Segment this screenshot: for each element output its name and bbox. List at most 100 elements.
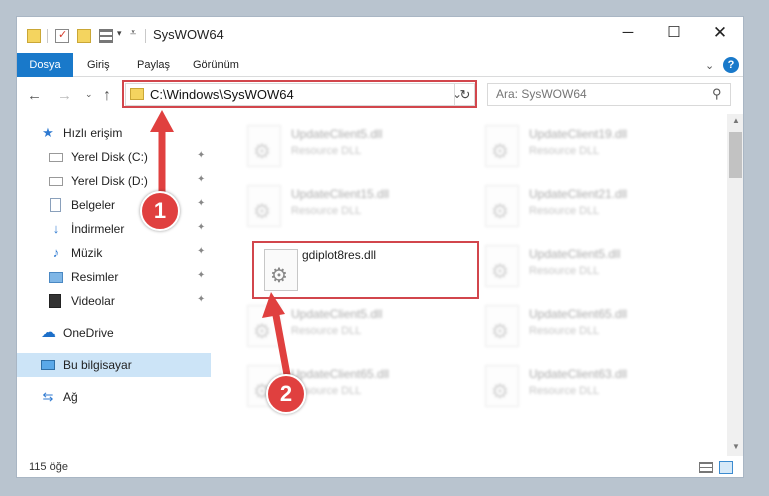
item-count: 115 öğe bbox=[29, 461, 68, 473]
file-name: UpdateClient63.dll bbox=[529, 367, 628, 381]
dll-file-icon bbox=[485, 185, 519, 227]
file-item[interactable]: UpdateClient15.dll Resource DLL bbox=[235, 181, 460, 237]
sidebar-item-videos[interactable]: Videolar ✦ bbox=[17, 289, 211, 313]
file-name: UpdateClient5.dll bbox=[291, 307, 383, 321]
maximize-button[interactable]: ☐ bbox=[651, 17, 697, 49]
picture-icon bbox=[49, 272, 63, 283]
file-item[interactable]: UpdateClient21.dll Resource DLL bbox=[473, 181, 698, 237]
file-item[interactable]: UpdateClient5.dll Resource DLL bbox=[235, 121, 460, 177]
scroll-down-icon[interactable]: ▼ bbox=[732, 442, 740, 451]
view-options-icon[interactable] bbox=[99, 29, 113, 43]
sidebar-item-label: Yerel Disk (D:) bbox=[71, 174, 148, 188]
drive-icon bbox=[49, 153, 63, 162]
up-button[interactable]: ↑ bbox=[103, 87, 111, 105]
navigation-pane: ★ Hızlı erişim Yerel Disk (C:) ✦ Yerel D… bbox=[17, 117, 213, 457]
search-input[interactable] bbox=[496, 87, 696, 101]
tab-view[interactable]: Görünüm bbox=[181, 53, 251, 77]
step-2-badge: 2 bbox=[266, 374, 306, 414]
sidebar-item-pictures[interactable]: Resimler ✦ bbox=[17, 265, 211, 289]
sidebar-item-label: Müzik bbox=[71, 246, 103, 260]
pin-icon[interactable]: ✦ bbox=[197, 294, 205, 305]
forward-button[interactable]: → bbox=[57, 87, 72, 104]
drive-icon bbox=[49, 177, 63, 186]
file-item[interactable]: UpdateClient19.dll Resource DLL bbox=[473, 121, 698, 177]
scroll-thumb[interactable] bbox=[729, 132, 742, 178]
vertical-scrollbar[interactable]: ▲ ▼ bbox=[727, 114, 743, 456]
file-item[interactable]: UpdateClient5.dll Resource DLL bbox=[235, 301, 460, 357]
sidebar-item-label: Ağ bbox=[63, 390, 78, 404]
tab-file[interactable]: Dosya bbox=[17, 53, 73, 77]
large-icons-view-icon[interactable] bbox=[719, 461, 733, 474]
video-icon bbox=[49, 294, 61, 308]
file-item[interactable]: UpdateClient63.dll Resource DLL bbox=[473, 361, 698, 417]
pin-icon[interactable]: ✦ bbox=[197, 150, 205, 161]
sidebar-item-music[interactable]: ♪ Müzik ✦ bbox=[17, 241, 211, 265]
dll-file-icon bbox=[247, 185, 281, 227]
minimize-button[interactable]: ─ bbox=[605, 17, 651, 49]
dll-file-icon bbox=[264, 249, 298, 291]
new-folder-icon[interactable] bbox=[77, 29, 91, 43]
file-item-gdiplot8res[interactable]: gdiplot8res.dll bbox=[252, 241, 479, 299]
sidebar-item-label: Bu bilgisayar bbox=[63, 358, 132, 372]
back-button[interactable]: ← bbox=[27, 87, 42, 104]
search-icon[interactable]: ⚲ bbox=[712, 86, 722, 102]
pin-icon[interactable]: ✦ bbox=[197, 174, 205, 185]
sidebar-item-documents[interactable]: Belgeler ✦ bbox=[17, 193, 211, 217]
sidebar-item-label: Resimler bbox=[71, 270, 119, 284]
computer-icon bbox=[41, 360, 55, 370]
file-item[interactable]: UpdateClient5.dll Resource DLL bbox=[473, 241, 698, 297]
pin-icon[interactable]: ✦ bbox=[197, 246, 205, 257]
dll-file-icon bbox=[247, 305, 281, 347]
close-button[interactable]: ✕ bbox=[697, 17, 743, 49]
file-name: UpdateClient21.dll bbox=[529, 187, 628, 201]
tab-share[interactable]: Paylaş bbox=[125, 53, 182, 77]
file-name: UpdateClient15.dll bbox=[291, 187, 390, 201]
file-type: Resource DLL bbox=[529, 385, 600, 397]
chevron-down-icon[interactable]: ▾ bbox=[117, 28, 122, 39]
file-type: Resource DLL bbox=[291, 325, 362, 337]
pin-icon[interactable]: ✦ bbox=[197, 222, 205, 233]
file-type: Resource DLL bbox=[529, 205, 600, 217]
ribbon-tabs: Dosya Giriş Paylaş Görünüm ⌄ ? bbox=[17, 53, 743, 77]
customize-toolbar-icon[interactable]: ⩡ bbox=[130, 27, 136, 40]
recent-locations-button[interactable]: ⌄ bbox=[85, 89, 93, 100]
status-bar: 115 öğe bbox=[17, 457, 743, 477]
sidebar-item-network[interactable]: ⇆ Ağ bbox=[17, 385, 211, 409]
details-view-icon[interactable] bbox=[699, 462, 713, 473]
folder-icon[interactable] bbox=[27, 29, 41, 43]
file-name: UpdateClient19.dll bbox=[529, 127, 628, 141]
pin-icon[interactable]: ✦ bbox=[197, 198, 205, 209]
sidebar-item-onedrive[interactable]: ☁ OneDrive bbox=[17, 321, 211, 345]
file-item[interactable]: UpdateClient65.dll Resource DLL bbox=[473, 301, 698, 357]
sidebar-item-local-disk-d[interactable]: Yerel Disk (D:) ✦ bbox=[17, 169, 211, 193]
title-divider bbox=[145, 29, 146, 43]
dll-file-icon bbox=[485, 305, 519, 347]
document-icon bbox=[50, 198, 61, 212]
scroll-up-icon[interactable]: ▲ bbox=[732, 116, 740, 125]
expand-ribbon-icon[interactable]: ⌄ bbox=[705, 59, 714, 72]
sidebar-item-label: OneDrive bbox=[63, 326, 114, 340]
network-icon: ⇆ bbox=[42, 389, 54, 404]
tab-home[interactable]: Giriş bbox=[75, 53, 122, 77]
sidebar-item-label: Belgeler bbox=[71, 198, 116, 212]
file-type: Resource DLL bbox=[291, 205, 362, 217]
search-box[interactable]: ⚲ bbox=[487, 83, 731, 106]
file-type: Resource DLL bbox=[529, 265, 600, 277]
file-type: Resource DLL bbox=[529, 145, 600, 157]
help-icon[interactable]: ? bbox=[723, 57, 739, 73]
download-icon: ↓ bbox=[52, 221, 60, 236]
sidebar-item-local-disk-c[interactable]: Yerel Disk (C:) ✦ bbox=[17, 145, 211, 169]
sidebar-item-this-pc[interactable]: Bu bilgisayar bbox=[17, 353, 211, 377]
dll-file-icon bbox=[485, 125, 519, 167]
pin-icon[interactable]: ✦ bbox=[197, 270, 205, 281]
properties-icon[interactable] bbox=[55, 28, 69, 43]
file-name: UpdateClient5.dll bbox=[291, 127, 383, 141]
sidebar-item-downloads[interactable]: ↓ İndirmeler ✦ bbox=[17, 217, 211, 241]
toolbar-divider bbox=[47, 29, 48, 43]
dll-file-icon bbox=[485, 365, 519, 407]
star-icon: ★ bbox=[42, 125, 54, 140]
sidebar-item-label: İndirmeler bbox=[71, 222, 125, 236]
dll-file-icon bbox=[485, 245, 519, 287]
sidebar-item-quick-access[interactable]: ★ Hızlı erişim bbox=[17, 121, 211, 145]
step-1-badge: 1 bbox=[140, 191, 180, 231]
